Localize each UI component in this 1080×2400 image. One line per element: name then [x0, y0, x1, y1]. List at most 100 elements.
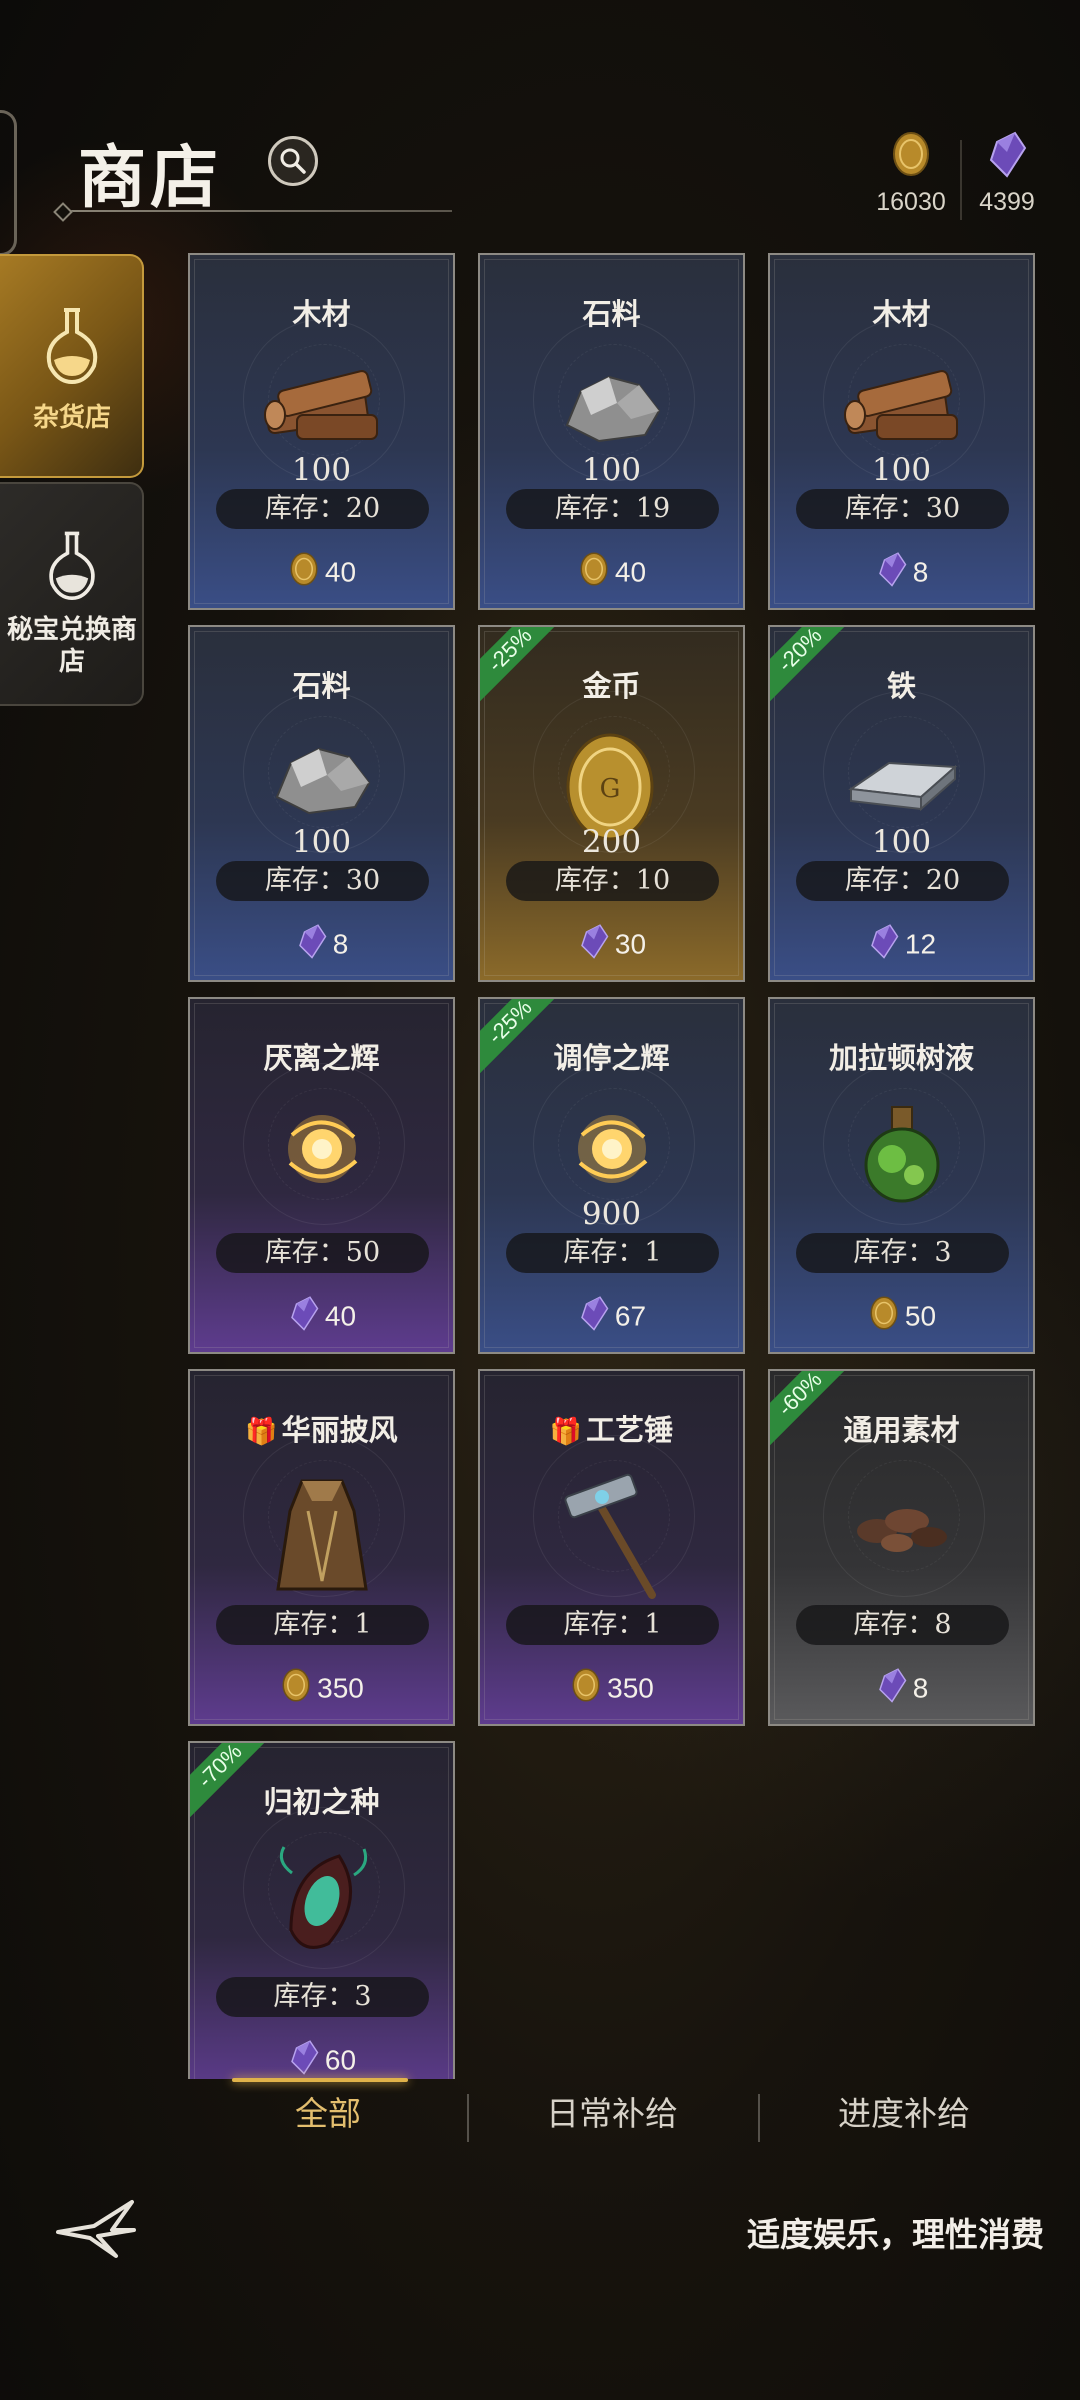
shop-item-card[interactable]: 加拉顿树液库存：3 50	[768, 997, 1035, 1354]
item-name-text: 加拉顿树液	[828, 1041, 974, 1075]
item-quantity: 100	[581, 452, 642, 488]
shop-item-card[interactable]: 🎁 工艺锤 库存：1 350	[478, 1369, 745, 1726]
purple-gem-icon	[287, 2039, 321, 2079]
sidebar-tab-treasure-exchange[interactable]: 秘宝兑换商店	[0, 482, 144, 706]
gold-coin-icon	[569, 1667, 603, 1710]
sidebar-tab-general-store[interactable]: 杂货店	[0, 254, 144, 478]
item-price-value: 67	[614, 1300, 647, 1332]
item-name: 加拉顿树液	[770, 1035, 1033, 1077]
item-stock: 库存：20	[796, 861, 1009, 901]
item-price-value: 350	[607, 1672, 654, 1704]
flask-icon	[46, 308, 98, 384]
item-name-text: 木材	[872, 297, 931, 331]
sidebar-tab-label: 秘宝兑换商店	[6, 615, 137, 677]
shop-item-card[interactable]: 🎁 华丽披风库存：1 350	[188, 1369, 455, 1726]
item-name-text: 工艺锤	[586, 1413, 674, 1447]
item-quantity: 900	[581, 1196, 642, 1232]
item-name: 铁	[770, 663, 1033, 705]
item-stock: 库存：30	[796, 489, 1009, 529]
purple-gem-icon	[875, 1667, 909, 1710]
hammer-icon	[480, 1471, 743, 1599]
tab-separator	[758, 2094, 760, 2142]
item-name-text: 石料	[582, 297, 641, 331]
item-stock: 库存：30	[216, 861, 429, 901]
item-name-text: 厌离之辉	[263, 1041, 380, 1075]
search-icon	[280, 148, 306, 174]
sidebar-tab-label: 杂货店	[32, 403, 111, 433]
shop-item-card[interactable]: -70% 归初之种 库存：3 60	[188, 1741, 455, 2079]
purple-gem-icon	[577, 1295, 611, 1338]
item-name-text: 木材	[292, 297, 351, 331]
tab-daily-supply[interactable]: 日常补给	[472, 2086, 752, 2142]
item-price: 8	[770, 551, 1033, 594]
active-tab-indicator	[232, 2078, 408, 2082]
shop-item-card[interactable]: 厌离之辉库存：50 40	[188, 997, 455, 1354]
item-name: 🎁 华丽披风	[190, 1407, 453, 1449]
shop-item-card[interactable]: 石料 100 库存：19 40	[478, 253, 745, 610]
item-price-value: 50	[904, 1300, 937, 1332]
shop-item-card[interactable]: 木材 100 库存：30 8	[768, 253, 1035, 610]
item-price-value: 350	[317, 1672, 364, 1704]
header-edge-decoration	[0, 110, 17, 256]
currency-gold: 16030	[856, 130, 966, 217]
shop-category-sidebar: 杂货店 秘宝兑换商店	[0, 254, 146, 710]
gem-amount: 4399	[979, 188, 1035, 216]
shop-item-card[interactable]: -20% 铁 100 库存：20 12	[768, 625, 1035, 982]
item-name: 石料	[190, 663, 453, 705]
purple-gem-icon	[875, 551, 909, 594]
item-price: 8	[770, 1667, 1033, 1710]
item-stock: 库存：1	[506, 1233, 719, 1273]
tab-separator	[467, 2094, 469, 2142]
shop-item-card[interactable]: -25% 金币 G 200 库存：10 30	[478, 625, 745, 982]
item-price-value: 40	[324, 556, 357, 588]
back-logo-button[interactable]	[54, 2196, 138, 2264]
item-stock: 库存：50	[216, 1233, 429, 1273]
seed-icon	[190, 1843, 453, 1963]
item-price-value: 8	[912, 556, 929, 588]
shop-header: 商店 16030 4399	[0, 110, 1080, 256]
item-stock: 库存：20	[216, 489, 429, 529]
item-price: 60	[190, 2039, 453, 2079]
item-price-value: 8	[332, 928, 349, 960]
item-name-text: 通用素材	[843, 1413, 960, 1447]
item-name-text: 归初之种	[263, 1785, 380, 1819]
item-stock: 库存：1	[216, 1605, 429, 1645]
item-price: 350	[190, 1667, 453, 1710]
shop-item-card[interactable]: 木材 100 库存：20 40	[188, 253, 455, 610]
tab-progress-supply[interactable]: 进度补给	[764, 2086, 1044, 2142]
purple-gem-icon	[295, 923, 329, 966]
search-button[interactable]	[268, 136, 318, 186]
shop-item-card[interactable]: 石料 100 库存：30 8	[188, 625, 455, 982]
item-price-value: 60	[324, 2044, 357, 2076]
item-price: 30	[480, 923, 743, 966]
potion-icon	[770, 1099, 1033, 1219]
item-name-text: 华丽披风	[281, 1413, 398, 1447]
item-price: 12	[770, 923, 1033, 966]
responsible-gaming-notice: 适度娱乐，理性消费	[747, 2215, 1044, 2254]
item-stock: 库存：1	[506, 1605, 719, 1645]
item-price-value: 40	[324, 1300, 357, 1332]
item-name: 石料	[480, 291, 743, 333]
item-name-text: 调停之辉	[553, 1041, 670, 1075]
item-quantity: 100	[291, 824, 352, 860]
tab-label: 日常补给	[546, 2094, 678, 2133]
purple-gem-icon	[287, 1295, 321, 1338]
item-name: 木材	[190, 291, 453, 333]
item-name-text: 金币	[582, 669, 641, 703]
item-quantity: 100	[871, 452, 932, 488]
game-logo-icon	[56, 2200, 136, 2258]
gift-icon: 🎁	[245, 1417, 278, 1447]
title-underline	[62, 210, 452, 212]
item-price: 40	[190, 1295, 453, 1338]
gold-coin-icon	[577, 551, 611, 594]
item-price-value: 8	[912, 1672, 929, 1704]
tab-all[interactable]: 全部	[188, 2078, 468, 2142]
svg-text:G: G	[599, 774, 620, 804]
item-stock: 库存：10	[506, 861, 719, 901]
shop-item-card[interactable]: -60% 通用素材 库存：8 8	[768, 1369, 1035, 1726]
shop-item-card[interactable]: -25% 调停之辉 900 库存：1 67	[478, 997, 745, 1354]
gold-amount: 16030	[876, 188, 946, 216]
item-name: 金币	[480, 663, 743, 705]
material-icon	[770, 1471, 1033, 1591]
item-stock: 库存：3	[796, 1233, 1009, 1273]
